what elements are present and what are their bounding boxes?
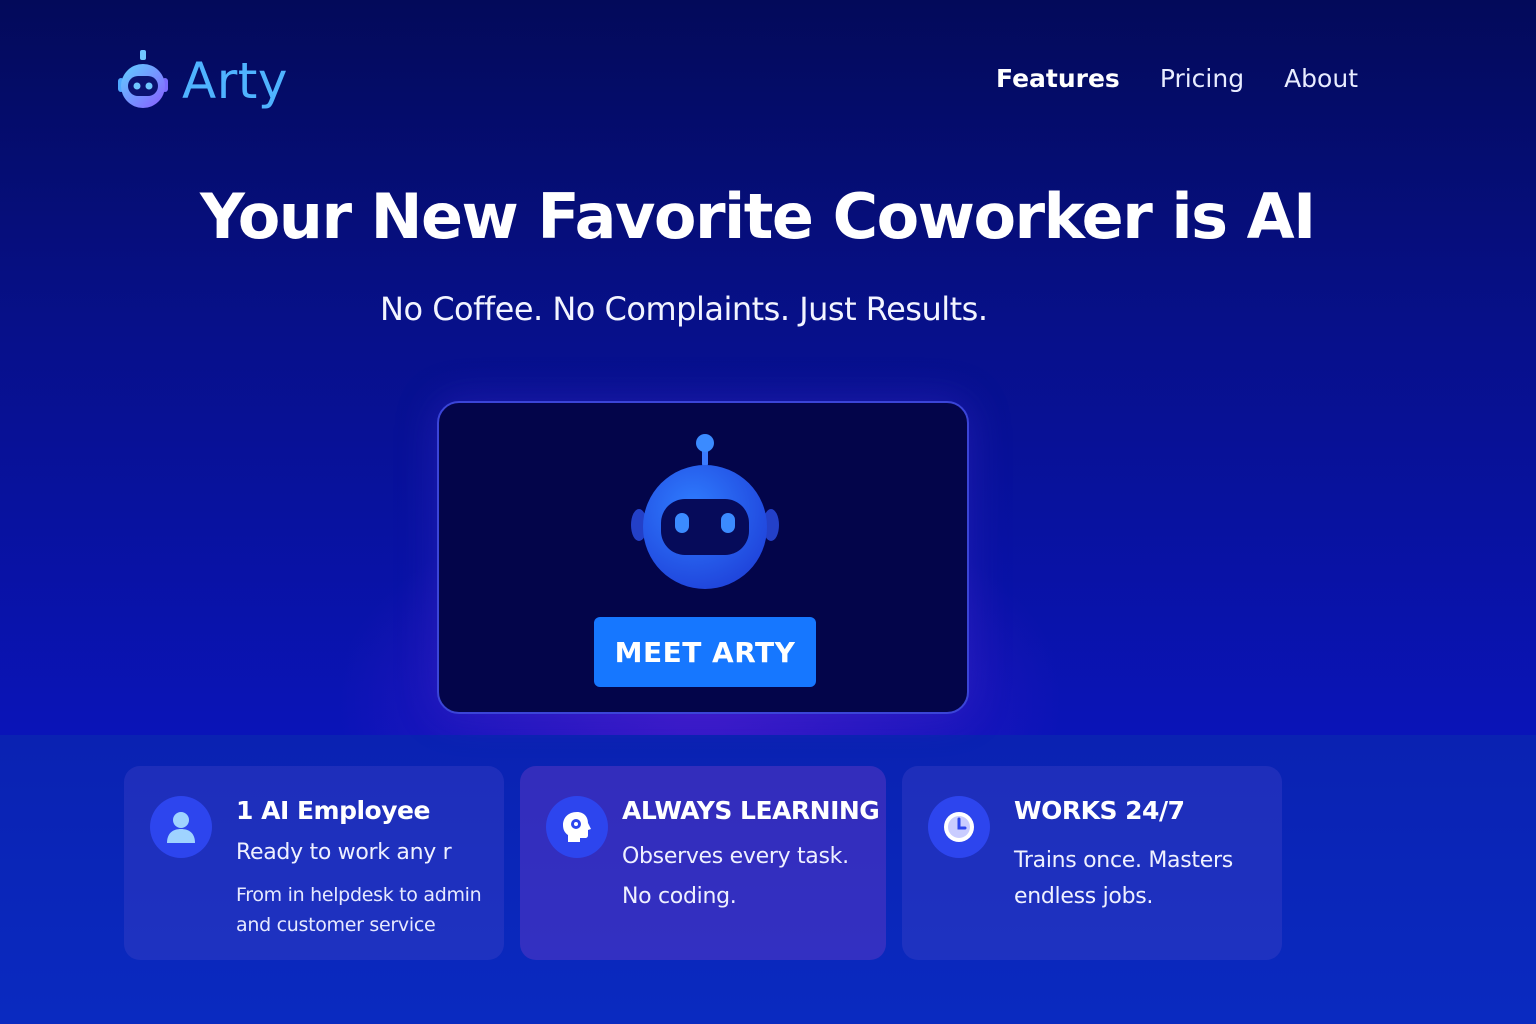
brand-logo[interactable]: Arty <box>116 50 288 112</box>
feature-title: 1 AI Employee <box>236 796 430 825</box>
hero-card: MEET ARTY <box>437 401 969 714</box>
brain-head-icon <box>546 796 608 858</box>
page-headline: Your New Favorite Coworker is AI <box>200 180 1316 253</box>
clock-icon <box>928 796 990 858</box>
robot-mascot-icon <box>631 433 779 593</box>
feature-description: Trains once. Masters <box>1014 848 1233 873</box>
feature-detail-line: From in helpdesk to admin <box>236 884 482 906</box>
feature-description: endless jobs. <box>1014 884 1154 909</box>
nav-link-about[interactable]: About <box>1284 64 1358 93</box>
feature-title: ALWAYS LEARNING <box>622 796 880 825</box>
main-nav: Features Pricing About <box>996 64 1398 93</box>
feature-description: No coding. <box>622 884 737 909</box>
feature-card-always-learning: ALWAYS LEARNING Observes every task. No … <box>520 766 886 960</box>
feature-detail-line: and customer service <box>236 914 436 936</box>
feature-title: WORKS 24/7 <box>1014 796 1185 825</box>
nav-link-features[interactable]: Features <box>996 64 1120 93</box>
feature-description: Observes every task. <box>622 844 849 869</box>
feature-card-works-247: WORKS 24/7 Trains once. Masters endless … <box>902 766 1282 960</box>
brand-name: Arty <box>182 52 288 110</box>
user-icon <box>150 796 212 858</box>
feature-card-ai-employee: 1 AI Employee Ready to work any r From i… <box>124 766 504 960</box>
page-subheadline: No Coffee. No Complaints. Just Results. <box>380 290 988 328</box>
meet-arty-button[interactable]: MEET ARTY <box>594 617 816 687</box>
nav-link-pricing[interactable]: Pricing <box>1160 64 1244 93</box>
robot-head-icon <box>116 50 170 112</box>
feature-description: Ready to work any r <box>236 840 452 865</box>
